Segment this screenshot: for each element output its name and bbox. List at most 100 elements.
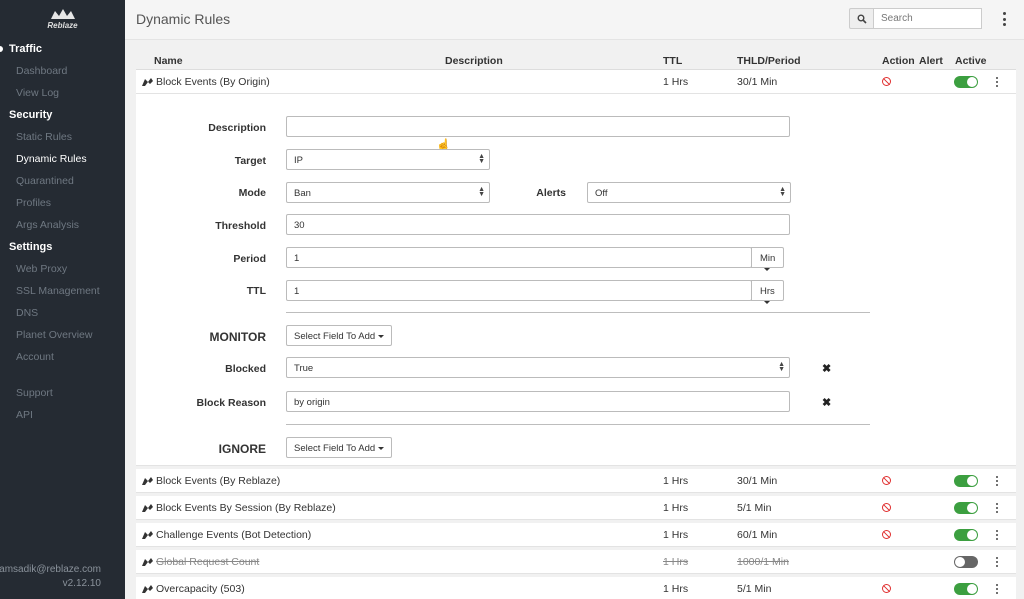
rule-name[interactable]: Challenge Events (Bot Detection): [142, 529, 311, 541]
remove-block-reason-x-icon[interactable]: ✖: [822, 396, 831, 409]
sidebar-item-account[interactable]: Account: [0, 346, 125, 368]
target-value: IP: [294, 155, 303, 166]
alerts-value: Off: [595, 188, 608, 199]
sidebar-item-quarantined[interactable]: Quarantined: [0, 170, 125, 192]
flag-icon: [142, 477, 153, 485]
active-toggle[interactable]: [954, 76, 978, 88]
label-mode: Mode: [238, 187, 266, 199]
col-action[interactable]: Action: [882, 55, 915, 67]
row-kebab-icon[interactable]: [994, 530, 999, 540]
ban-icon[interactable]: [882, 503, 891, 512]
blocked-select[interactable]: True ▲ ▼: [286, 357, 790, 378]
row-kebab-icon[interactable]: [994, 476, 999, 486]
alerts-select[interactable]: Off ▲ ▼: [587, 182, 791, 203]
rule-name[interactable]: Block Events (By Origin): [142, 76, 270, 88]
header-kebab-icon[interactable]: [1001, 12, 1007, 26]
rule-name[interactable]: Block Events By Session (By Reblaze): [142, 502, 336, 514]
nav-section-label: Security: [9, 109, 53, 121]
search-button[interactable]: [849, 8, 873, 29]
sidebar-item-args-analysis[interactable]: Args Analysis: [0, 214, 125, 236]
nav-section-traffic[interactable]: Traffic: [0, 38, 125, 60]
page-title: Dynamic Rules: [136, 11, 231, 27]
sidebar-item-ssl-management[interactable]: SSL Management: [0, 280, 125, 302]
rule-name-label: Block Events (By Reblaze): [156, 475, 281, 487]
remove-blocked-x-icon[interactable]: ✖: [822, 362, 831, 375]
description-field[interactable]: [286, 116, 790, 137]
rule-name[interactable]: Global Request Count: [142, 556, 259, 568]
active-toggle[interactable]: [954, 556, 978, 568]
label-period: Period: [233, 253, 266, 265]
table-row[interactable]: Global Request Count 1 Hrs 1000/1 Min: [136, 550, 1016, 574]
rule-ttl: 1 Hrs: [663, 502, 689, 514]
period-field[interactable]: 1 Min: [286, 247, 785, 271]
ignore-add-field-button[interactable]: Select Field To Add: [286, 437, 393, 458]
reblaze-logo-icon: [50, 9, 75, 19]
col-description[interactable]: Description: [445, 55, 503, 67]
ttl-unit-dropdown[interactable]: Hrs: [751, 280, 784, 304]
block-reason-field[interactable]: by origin: [286, 391, 790, 412]
nav-section-security[interactable]: Security: [0, 104, 125, 126]
rule-name[interactable]: Overcapacity (503): [142, 583, 245, 595]
table-row[interactable]: Block Events By Session (By Reblaze) 1 H…: [136, 496, 1016, 520]
col-ttl[interactable]: TTL: [663, 55, 682, 67]
blocked-value: True: [294, 363, 314, 374]
select-arrows-icon: ▲ ▼: [779, 186, 786, 198]
top-header: Dynamic Rules: [125, 0, 1024, 40]
period-unit-dropdown[interactable]: Min: [751, 247, 785, 271]
row-kebab-icon[interactable]: [994, 584, 999, 594]
sidebar-item-api[interactable]: API: [0, 404, 125, 426]
table-header: Name Description TTL THLD/Period Action …: [136, 52, 1016, 70]
rule-name[interactable]: Block Events (By Reblaze): [142, 475, 280, 487]
ban-icon[interactable]: [882, 584, 891, 593]
table-row[interactable]: Overcapacity (503) 1 Hrs 5/1 Min: [136, 577, 1016, 599]
active-toggle[interactable]: [954, 583, 978, 595]
ban-icon[interactable]: [882, 476, 891, 485]
search-input[interactable]: [873, 8, 982, 29]
flag-icon: [142, 504, 153, 512]
user-email[interactable]: amsadik@reblaze.com: [0, 563, 101, 577]
ttl-unit-label: Hrs: [760, 286, 775, 297]
active-toggle[interactable]: [954, 502, 978, 514]
active-toggle[interactable]: [954, 529, 978, 541]
sidebar-item-dynamic-rules[interactable]: Dynamic Rules: [0, 148, 125, 170]
col-active[interactable]: Active: [955, 55, 987, 67]
select-arrows-icon: ▲ ▼: [478, 153, 485, 165]
monitor-add-field-button[interactable]: Select Field To Add: [286, 325, 393, 346]
rule-ttl: 1 Hrs: [663, 475, 689, 487]
add-field-label: Select Field To Add: [294, 443, 376, 454]
sidebar-item-static-rules[interactable]: Static Rules: [0, 126, 125, 148]
nav-section-settings[interactable]: Settings: [0, 236, 125, 258]
table-row[interactable]: Challenge Events (Bot Detection) 1 Hrs 6…: [136, 523, 1016, 547]
active-toggle[interactable]: [954, 475, 978, 487]
sidebar-item-web-proxy[interactable]: Web Proxy: [0, 258, 125, 280]
table-row[interactable]: Block Events (By Origin) 1 Hrs 30/1 Min: [136, 70, 1016, 94]
sidebar-item-view-log[interactable]: View Log: [0, 82, 125, 104]
period-value: 1: [294, 253, 300, 264]
threshold-field[interactable]: 30: [286, 214, 790, 235]
ban-icon[interactable]: [882, 77, 891, 86]
rule-ttl: 1 Hrs: [663, 583, 689, 595]
sidebar-item-planet-overview[interactable]: Planet Overview: [0, 324, 125, 346]
sidebar-item-dashboard[interactable]: Dashboard: [0, 60, 125, 82]
label-blocked: Blocked: [225, 363, 266, 375]
sidebar-item-dns[interactable]: DNS: [0, 302, 125, 324]
caret-down-icon: [378, 446, 385, 450]
sidebar-footer: amsadik@reblaze.com v2.12.10: [0, 563, 101, 591]
sidebar-item-support[interactable]: Support: [0, 382, 125, 404]
ban-icon[interactable]: [882, 530, 891, 539]
row-kebab-icon[interactable]: [994, 503, 999, 513]
nav-section-label: Traffic: [9, 43, 43, 55]
table-row[interactable]: Block Events (By Reblaze) 1 Hrs 30/1 Min: [136, 469, 1016, 493]
target-select[interactable]: IP ▲ ▼: [286, 149, 490, 170]
ttl-value: 1: [294, 286, 300, 297]
ttl-field[interactable]: 1 Hrs: [286, 280, 784, 304]
add-field-label: Select Field To Add: [294, 331, 376, 342]
col-name[interactable]: Name: [154, 55, 183, 67]
sidebar-item-profiles[interactable]: Profiles: [0, 192, 125, 214]
col-thld[interactable]: THLD/Period: [737, 55, 801, 67]
col-alert[interactable]: Alert: [919, 55, 943, 67]
reblaze-logo[interactable]: Reblaze: [0, 0, 125, 38]
app-version: v2.12.10: [62, 578, 101, 589]
row-kebab-icon[interactable]: [994, 557, 999, 567]
row-kebab-icon[interactable]: [994, 77, 999, 87]
